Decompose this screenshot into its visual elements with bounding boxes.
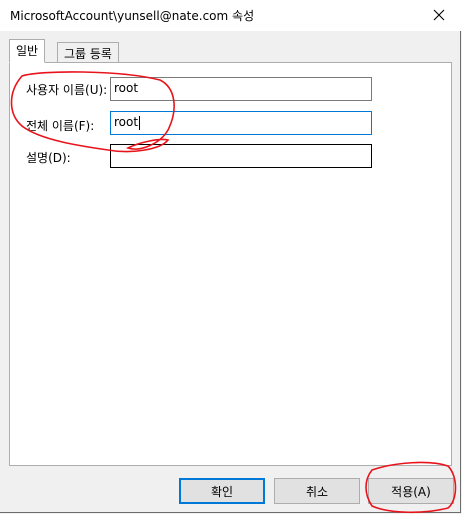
description-field[interactable]	[110, 144, 372, 168]
tab-general-label: 일반	[16, 44, 39, 58]
apply-button-label: 적용(A)	[391, 484, 431, 499]
tab-group-membership[interactable]: 그룹 등록	[57, 42, 119, 64]
properties-dialog: MicrosoftAccount\yunsell@nate.com 속성 일반 …	[0, 0, 462, 514]
description-label: 설명(D):	[26, 151, 71, 165]
general-tab-panel: 사용자 이름(U): root 전체 이름(F): root 설명(D):	[9, 62, 452, 466]
tab-general[interactable]: 일반	[9, 39, 46, 63]
username-field[interactable]: root	[110, 77, 372, 101]
cancel-button-label: 취소	[305, 484, 329, 499]
ok-button-label: 확인	[210, 484, 234, 499]
tab-group-membership-label: 그룹 등록	[64, 47, 112, 61]
ok-button[interactable]: 확인	[179, 478, 265, 504]
fullname-value: root	[114, 115, 139, 129]
close-icon	[433, 9, 445, 21]
cancel-button[interactable]: 취소	[274, 478, 360, 504]
apply-button[interactable]: 적용(A)	[368, 478, 454, 504]
fullname-label: 전체 이름(F):	[26, 119, 95, 133]
title-bar[interactable]: MicrosoftAccount\yunsell@nate.com 속성	[0, 0, 462, 31]
username-label: 사용자 이름(U):	[26, 83, 108, 97]
fullname-field[interactable]: root	[110, 111, 372, 135]
window-title: MicrosoftAccount\yunsell@nate.com 속성	[10, 9, 255, 23]
text-cursor	[139, 115, 141, 130]
close-button[interactable]	[426, 4, 452, 26]
